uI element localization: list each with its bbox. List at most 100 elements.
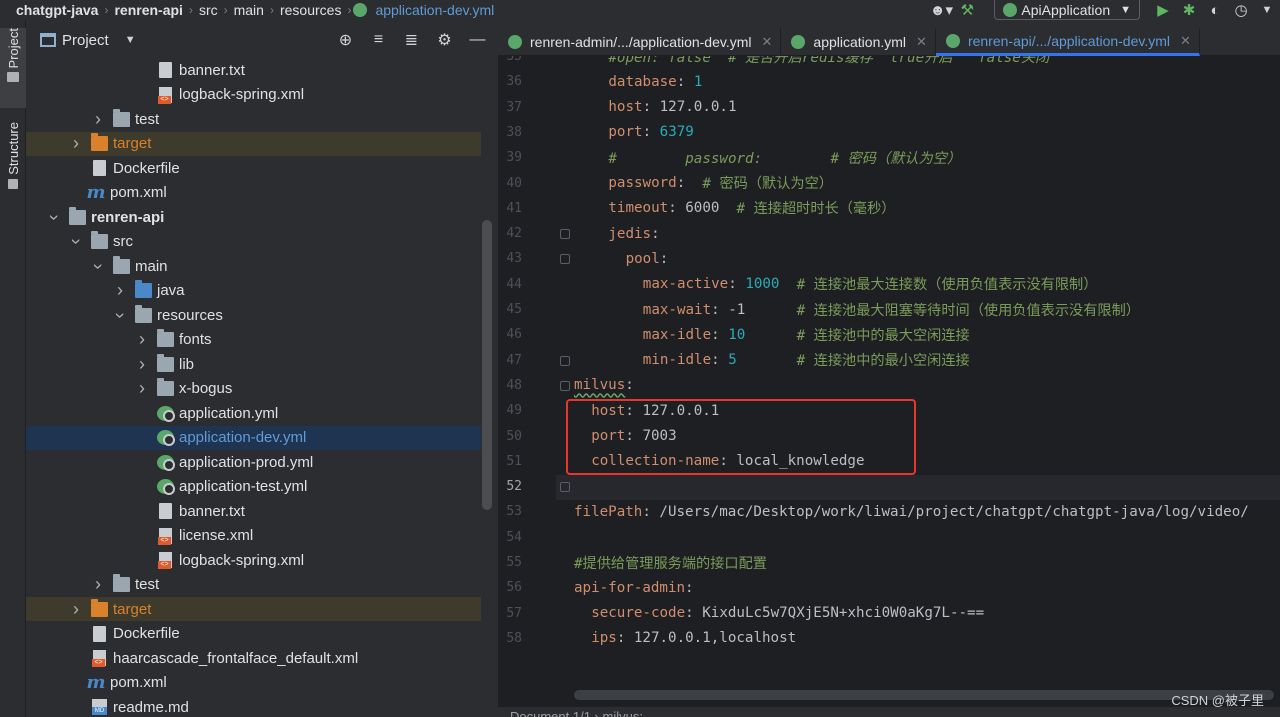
editor-tab[interactable]: renren-api/.../application-dev.yml ✕ — [935, 28, 1200, 56]
tree-item[interactable]: › test — [26, 573, 481, 597]
run-configuration-select[interactable]: ApiApplication ▼ — [994, 0, 1140, 20]
tree-item[interactable]: › target — [26, 131, 481, 156]
tree-item[interactable]: application.yml — [26, 401, 481, 425]
code-token: : — [685, 579, 694, 596]
chevron-right-icon[interactable]: › — [114, 280, 126, 301]
tree-item[interactable]: › main — [26, 254, 481, 278]
breadcrumb-item[interactable]: chatgpt-java — [12, 2, 102, 18]
structure-tool-label: Structure — [5, 122, 21, 175]
tree-item[interactable]: › renren-api — [26, 205, 481, 229]
structure-tool-button[interactable]: Structure — [0, 122, 26, 202]
code-line: milvus: — [574, 373, 634, 398]
tree-item[interactable]: m pom.xml — [26, 671, 481, 695]
tree-item[interactable]: › target — [26, 597, 481, 621]
tree-item-label: resources — [157, 306, 223, 324]
expand-all-icon[interactable]: ≡ — [362, 31, 395, 49]
tree-item-label: license.xml — [179, 527, 254, 544]
chevron-right-icon[interactable]: › — [92, 574, 104, 595]
breadcrumb-separator-icon: › — [269, 3, 274, 17]
tree-item[interactable]: logback-spring.xml — [26, 83, 481, 107]
chevron-down-icon[interactable]: › — [110, 309, 131, 321]
editor-tab[interactable]: application.yml ✕ — [781, 28, 936, 56]
tree-item[interactable]: › test — [26, 107, 481, 131]
tree-scrollbar[interactable] — [482, 220, 492, 510]
chevron-right-icon[interactable]: › — [70, 599, 82, 620]
breadcrumb-item[interactable]: renren-api — [110, 2, 186, 18]
line-number: 55 — [506, 555, 522, 570]
user-icon[interactable]: ☻▾ — [928, 0, 954, 20]
tree-item[interactable]: Dockerfile — [26, 156, 481, 180]
horizontal-scrollbar[interactable] — [574, 690, 1274, 700]
line-number: 43 — [506, 251, 522, 267]
editor-tab[interactable]: renren-admin/.../application-dev.yml ✕ — [498, 28, 782, 56]
code-editor[interactable]: 35 36 37 38 39 40 41 42 43 44 45 46 47 48 49 50 51 52 53 54… — [498, 56, 1280, 717]
chevron-right-icon[interactable]: › — [70, 133, 82, 154]
collapse-all-icon[interactable]: ≣ — [395, 30, 428, 50]
tree-item[interactable]: › x-bogus — [26, 377, 481, 401]
breadcrumb-item[interactable]: application-dev.yml — [371, 2, 498, 18]
tree-item[interactable]: application-prod.yml — [26, 450, 481, 474]
breadcrumb-separator-icon: › — [104, 3, 109, 17]
tree-item-label: java — [157, 282, 185, 299]
tab-label: renren-api/.../application-dev.yml — [967, 32, 1170, 49]
tree-item[interactable]: application-dev.yml — [26, 425, 481, 450]
hide-icon[interactable]: — — [461, 31, 494, 49]
spring-yml-icon — [157, 405, 175, 422]
close-icon[interactable]: ✕ — [916, 34, 927, 50]
close-icon[interactable]: ✕ — [762, 34, 773, 50]
tree-item[interactable]: banner.txt — [26, 58, 481, 82]
build-hammer-icon[interactable]: ⚒ — [954, 0, 980, 20]
tree-item[interactable]: › lib — [26, 352, 481, 376]
settings-icon[interactable]: ⚙ — [428, 30, 461, 50]
chevron-down-icon[interactable]: ▼ — [125, 34, 136, 46]
chevron-down-icon[interactable]: › — [88, 260, 109, 272]
tree-item[interactable]: Dockerfile — [26, 622, 481, 646]
tree-item[interactable]: › src — [26, 230, 481, 254]
project-view-select[interactable]: Project — [62, 32, 109, 49]
coverage-icon[interactable]: ◐ — [1202, 0, 1228, 20]
project-tool-button[interactable]: Project — [0, 28, 26, 108]
fold-marker-icon[interactable] — [560, 355, 570, 366]
tree-item[interactable]: license.xml — [26, 524, 481, 548]
chevron-down-icon[interactable]: › — [44, 211, 65, 223]
profiler-icon[interactable]: ◷ — [1228, 0, 1254, 20]
tree-item[interactable]: readme.md — [26, 695, 481, 717]
chevron-right-icon[interactable]: › — [136, 378, 148, 399]
fold-marker-icon[interactable] — [560, 482, 570, 493]
tree-item[interactable]: › java — [26, 279, 481, 303]
status-bar: Document 1/1 › milvus: — [498, 707, 1280, 717]
locate-icon[interactable]: ⊕ — [329, 30, 362, 50]
fold-marker-icon[interactable] — [560, 254, 570, 265]
code-token: milvus — [574, 377, 626, 394]
code-token: max-wait — [642, 301, 712, 318]
chevron-right-icon[interactable]: › — [136, 354, 148, 375]
code-token: max-active — [642, 276, 729, 293]
tree-item[interactable]: haarcascade_frontalface_default.xml — [26, 646, 481, 670]
module-folder-icon — [69, 206, 86, 225]
tree-item[interactable]: › fonts — [26, 328, 481, 352]
code-token: : -1 — [711, 301, 797, 318]
text-file-icon — [159, 503, 172, 519]
tree-item[interactable]: application-test.yml — [26, 475, 481, 499]
breadcrumb-item[interactable]: src — [195, 2, 222, 18]
fold-marker-icon[interactable] — [560, 229, 570, 240]
chevron-right-icon[interactable]: › — [136, 329, 148, 350]
chevron-right-icon[interactable]: › — [92, 109, 104, 130]
tree-item[interactable]: › resources — [26, 303, 481, 327]
breadcrumb-item[interactable]: resources — [276, 2, 345, 18]
tree-item[interactable]: logback-spring.xml — [26, 548, 481, 572]
fold-marker-icon[interactable] — [560, 380, 570, 391]
more-icon[interactable]: ▼ — [1254, 0, 1280, 20]
close-icon[interactable]: ✕ — [1180, 33, 1191, 49]
chevron-down-icon[interactable]: › — [66, 236, 87, 248]
line-number: 39 — [506, 150, 522, 166]
run-icon[interactable]: ▶ — [1150, 0, 1176, 20]
debug-icon[interactable]: ✱ — [1176, 0, 1202, 20]
code-line: # password: # 密码（默认为空） — [574, 145, 961, 170]
code-token: #提供给管理服务端的接口配置 — [574, 555, 767, 572]
breadcrumb-item[interactable]: main — [230, 2, 268, 18]
tree-item[interactable]: banner.txt — [26, 499, 481, 523]
tree-item[interactable]: m pom.xml — [26, 181, 481, 205]
line-number: 49 — [506, 403, 522, 419]
tree-item-label: banner.txt — [179, 61, 245, 79]
